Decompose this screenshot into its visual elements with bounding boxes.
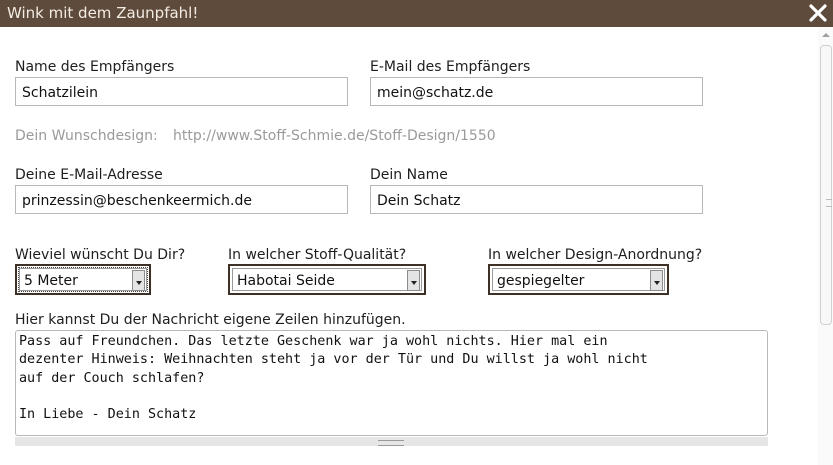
dialog-title: Wink mit dem Zaunpfahl! — [7, 4, 199, 22]
quantity-select-value: 5 Meter — [24, 273, 78, 289]
textarea-resize-handle[interactable] — [15, 437, 768, 446]
recipient-name-input[interactable]: Schatzilein — [15, 77, 348, 106]
close-icon[interactable] — [808, 3, 828, 23]
arrangement-select[interactable]: gespiegelter — [488, 264, 669, 295]
message-label: Hier kannst Du der Nachricht eigene Zeil… — [15, 312, 406, 328]
sender-email-input[interactable]: prinzessin@beschenkeermich.de — [15, 185, 348, 214]
quantity-label: Wieviel wünscht Du Dir? — [15, 247, 186, 263]
quality-select-value: Habotai Seide — [237, 273, 335, 289]
wish-design-label: Dein Wunschdesign: — [15, 128, 158, 144]
recipient-email-label: E-Mail des Empfängers — [370, 59, 531, 75]
scroll-grip-icon — [826, 199, 832, 207]
chevron-down-icon[interactable] — [407, 270, 420, 291]
dialog-titlebar: Wink mit dem Zaunpfahl! — [0, 0, 833, 27]
sender-name-label: Dein Name — [370, 167, 448, 183]
quality-select[interactable]: Habotai Seide — [228, 264, 426, 295]
chevron-down-icon[interactable] — [132, 270, 145, 291]
arrangement-label: In welcher Design-Anordnung? — [488, 247, 703, 263]
chevron-down-icon[interactable] — [650, 270, 663, 291]
scroll-up-icon[interactable] — [822, 33, 830, 37]
sender-email-label: Deine E-Mail-Adresse — [15, 167, 163, 183]
recipient-name-label: Name des Empfängers — [15, 59, 175, 75]
resize-grip-icon — [378, 440, 404, 446]
quantity-select[interactable]: 5 Meter — [15, 264, 151, 295]
message-textarea[interactable]: Pass auf Freundchen. Das letzte Geschenk… — [15, 330, 768, 436]
vertical-scrollbar[interactable] — [818, 27, 833, 465]
arrangement-select-value: gespiegelter — [497, 273, 585, 289]
scrollbar-thumb[interactable] — [820, 45, 832, 325]
recipient-email-input[interactable]: mein@schatz.de — [370, 77, 703, 106]
quality-label: In welcher Stoff-Qualität? — [228, 247, 407, 263]
wish-design-url[interactable]: http://www.Stoff-Schmie.de/Stoff-Design/… — [173, 128, 496, 144]
dialog-content: Name des Empfängers Schatzilein E-Mail d… — [0, 27, 818, 465]
sender-name-input[interactable]: Dein Schatz — [370, 185, 703, 214]
